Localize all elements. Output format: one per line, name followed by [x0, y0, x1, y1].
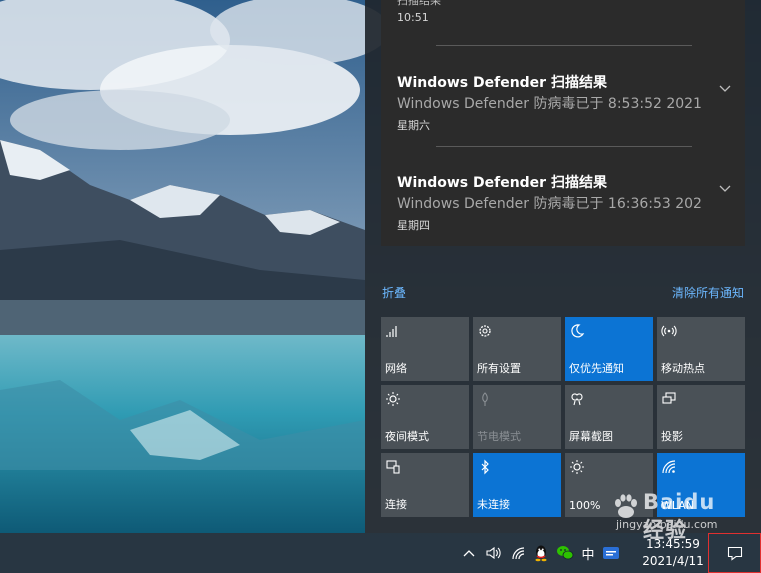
chevron-down-icon[interactable]	[719, 85, 731, 93]
brightness-icon	[386, 392, 400, 406]
hotspot-icon	[661, 325, 677, 337]
notification-title: Windows Defender 扫描结果	[397, 175, 607, 191]
tile-battery-saver[interactable]: 节电模式	[473, 385, 561, 449]
notification-day: 星期六	[397, 119, 430, 132]
notification-item[interactable]: Windows Defender 扫描结果 Windows Defender 防…	[381, 45, 745, 145]
tile-all-settings[interactable]: 所有设置	[473, 317, 561, 381]
connect-icon	[386, 460, 400, 474]
action-center-panel: 扫描结果 10:51 Windows Defender 扫描结果 Windows…	[365, 0, 761, 533]
show-hidden-icons-button[interactable]	[460, 533, 478, 573]
clock-date: 2021/4/11	[642, 554, 704, 568]
tile-label: 连接	[385, 498, 407, 511]
notification-item[interactable]: Windows Defender 扫描结果 Windows Defender 防…	[381, 145, 745, 245]
tile-label: 节电模式	[477, 430, 521, 443]
notification-title: Windows Defender 扫描结果	[397, 75, 607, 91]
network-icon	[386, 326, 397, 337]
tile-label: 屏幕截图	[569, 430, 613, 443]
watermark-url: jingyan.baidu.com	[616, 518, 718, 531]
gear-icon	[479, 325, 491, 337]
notification-body: Windows Defender 防病毒已于 8:53:52 2021	[397, 96, 702, 112]
tile-label: 网络	[385, 362, 407, 375]
notification-icon	[727, 546, 742, 561]
qq-tray-button[interactable]	[530, 533, 552, 573]
quick-actions-grid: 网络 所有设置 仅优先通知 移动热点 夜间模式 节电模式 屏幕截图 投影 连接 …	[381, 317, 745, 517]
input-method-icon	[603, 547, 619, 559]
tile-network[interactable]: 网络	[381, 317, 469, 381]
tile-label: 所有设置	[477, 362, 521, 375]
baidu-watermark: Baidu 经验 jingyan.baidu.com	[585, 488, 725, 544]
tile-label: 投影	[661, 430, 683, 443]
notification-previous-time: 10:51	[397, 11, 429, 24]
clear-all-notifications-link[interactable]: 清除所有通知	[672, 284, 744, 301]
collapse-link[interactable]: 折叠	[382, 284, 406, 301]
wifi-icon	[662, 460, 676, 474]
moon-icon	[571, 324, 585, 338]
notification-previous-title: 扫描结果	[397, 0, 441, 7]
notification-previous[interactable]: 扫描结果 10:51	[381, 0, 745, 40]
tile-label: 仅优先通知	[569, 362, 624, 375]
notification-body: Windows Defender 防病毒已于 16:36:53 202	[397, 196, 702, 212]
tile-bluetooth[interactable]: 未连接	[473, 453, 561, 517]
watermark-brand: Baidu 经验	[643, 490, 716, 542]
speaker-icon	[486, 546, 501, 560]
wechat-icon	[557, 546, 574, 560]
wechat-tray-button[interactable]	[554, 533, 576, 573]
tile-night-light[interactable]: 夜间模式	[381, 385, 469, 449]
battery-saver-icon	[482, 392, 488, 406]
chevron-down-icon[interactable]	[719, 185, 731, 193]
chevron-up-icon	[463, 550, 475, 557]
network-tray-button[interactable]	[508, 533, 530, 573]
bluetooth-icon	[481, 459, 489, 475]
snip-icon	[571, 393, 583, 406]
tile-mobile-hotspot[interactable]: 移动热点	[657, 317, 745, 381]
brightness-icon	[570, 460, 584, 474]
notification-group: Windows Defender 扫描结果 Windows Defender 防…	[381, 40, 745, 246]
tile-label: 夜间模式	[385, 430, 429, 443]
notification-day: 星期四	[397, 219, 430, 232]
qq-penguin-icon	[535, 545, 547, 562]
volume-button[interactable]	[482, 533, 504, 573]
tile-label: 移动热点	[661, 362, 705, 375]
tile-screen-snip[interactable]: 屏幕截图	[565, 385, 653, 449]
tile-focus-assist[interactable]: 仅优先通知	[565, 317, 653, 381]
wifi-icon	[512, 547, 525, 560]
tile-project[interactable]: 投影	[657, 385, 745, 449]
tile-label: 未连接	[477, 498, 510, 511]
tile-connect[interactable]: 连接	[381, 453, 469, 517]
project-icon	[662, 392, 676, 404]
